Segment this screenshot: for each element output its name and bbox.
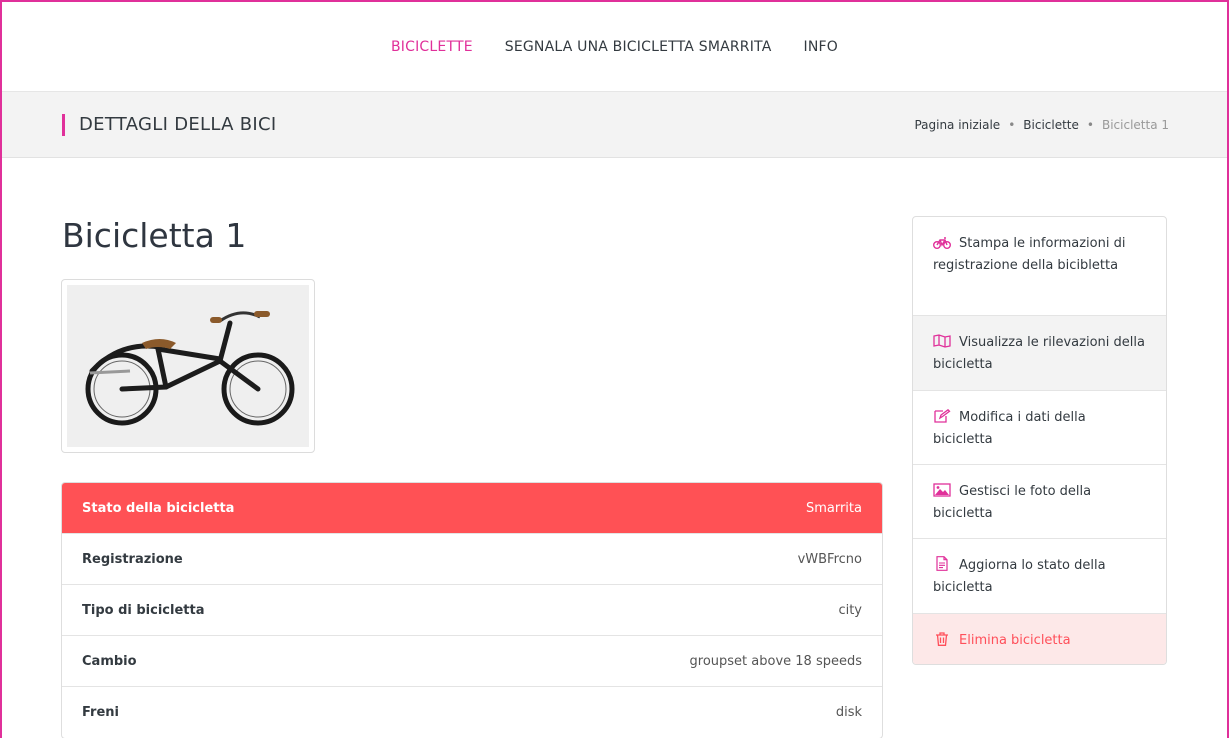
breadcrumb-current: Bicicletta 1 — [1101, 117, 1169, 132]
document-icon — [933, 556, 951, 571]
detail-label: Stato della bicicletta — [82, 500, 235, 516]
trash-icon — [933, 632, 951, 646]
action-label: Elimina bicicletta — [959, 633, 1071, 648]
top-navigation: BICICLETTE SEGNALA UNA BICICLETTA SMARRI… — [2, 2, 1227, 92]
status-row: Stato della bicicletta Smarrita — [62, 483, 882, 534]
page-header: DETTAGLI DELLA BICI — [62, 113, 277, 136]
action-label: Aggiorna lo stato della bicicletta — [933, 558, 1106, 595]
detail-value: groupset above 18 speeds — [689, 653, 862, 669]
bike-details-table: Stato della bicicletta Smarrita Registra… — [61, 482, 883, 738]
breadcrumb-home[interactable]: Pagina iniziale — [914, 118, 1000, 132]
breadcrumb-biciclette[interactable]: Biciclette — [1023, 118, 1079, 132]
header-accent-bar — [62, 113, 65, 136]
table-row: Freni disk — [62, 687, 882, 738]
detail-label: Cambio — [82, 653, 137, 669]
detail-value: vWBFrcno — [797, 551, 862, 567]
edit-bike-action[interactable]: Modifica i dati della bicicletta — [913, 391, 1166, 465]
breadcrumb-separator: • — [1086, 117, 1094, 132]
image-icon — [933, 483, 951, 497]
detail-value: disk — [835, 705, 862, 720]
table-row: Cambio groupset above 18 speeds — [62, 636, 882, 687]
edit-icon — [933, 408, 951, 423]
manage-photos-action[interactable]: Gestisci le foto della bicicletta — [913, 465, 1166, 539]
detail-label: Tipo di bicicletta — [82, 602, 205, 618]
table-row: Registrazione vWBFrcno — [62, 534, 882, 585]
nav-item-segnala[interactable]: SEGNALA UNA BICICLETTA SMARRITA — [505, 39, 772, 55]
bicycle-icon — [933, 235, 951, 249]
bike-actions-menu: Stampa le informazioni di registrazione … — [912, 216, 1167, 665]
map-icon — [933, 334, 951, 348]
title-bar: DETTAGLI DELLA BICI Pagina iniziale • Bi… — [2, 92, 1227, 158]
delete-bike-action[interactable]: Elimina bicicletta — [913, 614, 1166, 664]
action-label: Visualizza le rilevazioni della biciclet… — [933, 335, 1145, 372]
header-title: DETTAGLI DELLA BICI — [79, 114, 277, 135]
detail-label: Freni — [82, 705, 119, 720]
bike-photo[interactable] — [61, 279, 315, 453]
action-label: Stampa le informazioni di registrazione … — [933, 236, 1126, 273]
bike-title: Bicicletta 1 — [62, 216, 247, 255]
status-badge: Smarrita — [805, 500, 862, 516]
nav-item-info[interactable]: INFO — [804, 39, 838, 55]
detail-label: Registrazione — [82, 551, 183, 567]
bicycle-photo-icon — [85, 311, 295, 426]
view-detections-action[interactable]: Visualizza le rilevazioni della biciclet… — [913, 316, 1166, 391]
action-label: Gestisci le foto della bicicletta — [933, 484, 1092, 521]
detail-value: city — [838, 602, 862, 618]
bike-image — [67, 285, 309, 447]
print-registration-action[interactable]: Stampa le informazioni di registrazione … — [913, 217, 1166, 316]
action-label: Modifica i dati della bicicletta — [933, 410, 1086, 447]
breadcrumb-separator: • — [1008, 117, 1016, 132]
update-status-action[interactable]: Aggiorna lo stato della bicicletta — [913, 539, 1166, 614]
breadcrumb: Pagina iniziale • Biciclette • Biciclett… — [914, 118, 1169, 132]
nav-item-biciclette[interactable]: BICICLETTE — [391, 39, 473, 55]
table-row: Tipo di bicicletta city — [62, 585, 882, 636]
